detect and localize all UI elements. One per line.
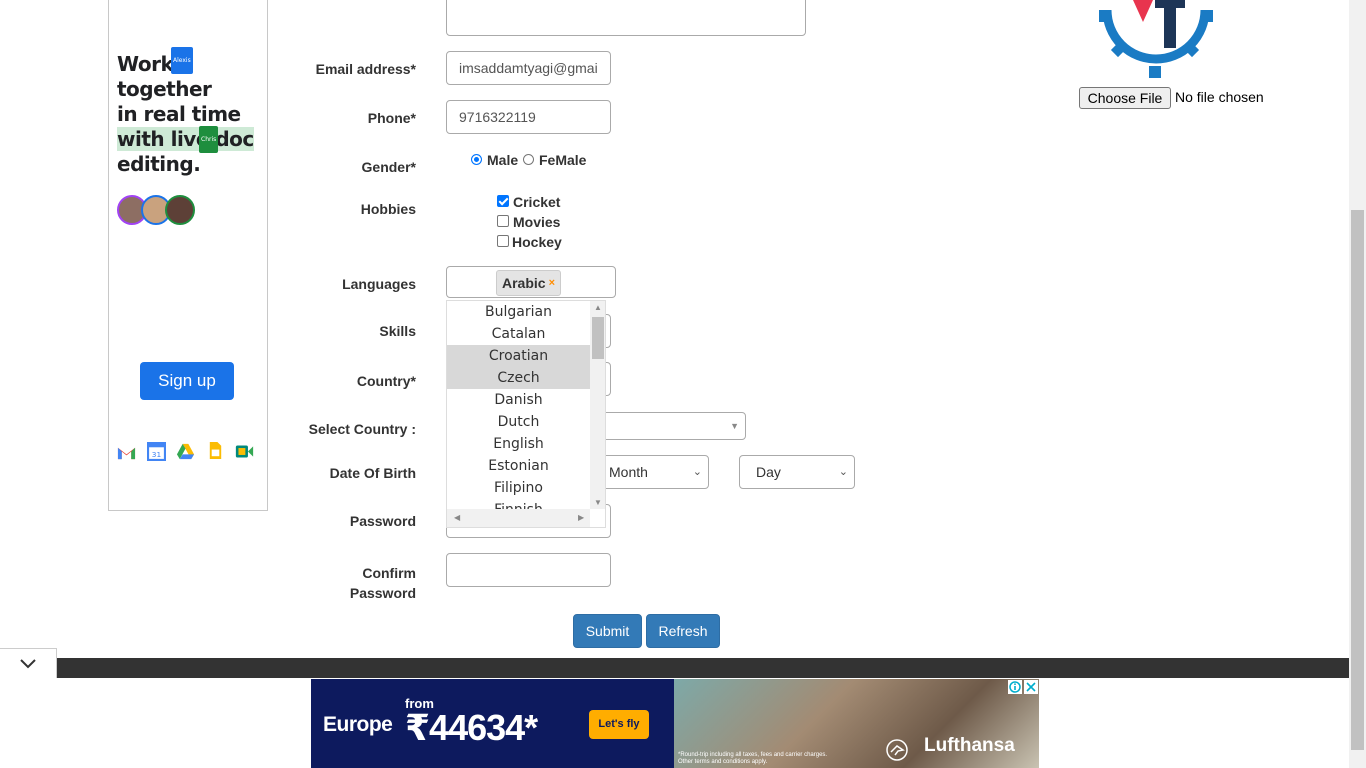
dropdown-horizontal-scrollbar[interactable]: ◀ ▶ (447, 509, 590, 527)
language-option[interactable]: Danish (447, 389, 590, 411)
dob-month-select[interactable]: Month ⌄ (600, 455, 709, 489)
hobby-cricket-label: Cricket (513, 194, 561, 210)
signup-button[interactable]: Sign up (140, 362, 234, 400)
bottom-ad-banner[interactable]: Europe from ₹44634* Let's fly Lufthansa … (311, 679, 1039, 768)
submit-button[interactable]: Submit (573, 614, 642, 648)
language-option[interactable]: Bulgarian (447, 301, 590, 323)
ad-line-4: with live doc Chris (117, 126, 254, 153)
scroll-right-icon[interactable]: ▶ (578, 513, 584, 522)
refresh-button[interactable]: Refresh (646, 614, 720, 648)
languages-dropdown-list[interactable]: Bulgarian Catalan Croatian Czech Danish … (446, 300, 606, 528)
chevron-down-icon: ▼ (730, 421, 739, 431)
hobby-hockey-checkbox[interactable] (497, 235, 509, 247)
ad-tag-top: Alexis (171, 47, 193, 74)
ad-line-3: in real time (117, 102, 241, 126)
language-option[interactable]: Estonian (447, 455, 590, 477)
adchoices-icon[interactable] (1008, 680, 1022, 694)
ad-cta-button[interactable]: Let's fly (589, 710, 649, 739)
language-option[interactable]: Dutch (447, 411, 590, 433)
select-country-label: Select Country : (308, 421, 416, 437)
svg-text:31: 31 (152, 450, 162, 459)
ad-brand: Lufthansa (924, 735, 1015, 756)
gender-female-radio[interactable] (523, 154, 534, 165)
gender-male-label: Male (487, 152, 519, 168)
language-option[interactable]: English (447, 433, 590, 455)
skills-label: Skills (379, 323, 416, 339)
language-chip-arabic[interactable]: Arabic × (496, 270, 562, 296)
ad-headline: Work Alexis together in real time with l… (117, 47, 267, 177)
ad-photo-panel[interactable]: Lufthansa *Round-trip including all taxe… (674, 679, 1039, 768)
docs-icon (209, 441, 222, 460)
languages-multiselect[interactable]: Arabic × (446, 266, 616, 298)
email-label: Email address* (315, 61, 416, 77)
gender-male-radio[interactable] (471, 154, 482, 165)
calendar-icon: 31 (147, 442, 166, 461)
remove-chip-icon[interactable]: × (549, 277, 555, 289)
page-scroll-thumb[interactable] (1351, 210, 1364, 750)
close-ad-icon[interactable] (1024, 680, 1038, 694)
left-ad-banner[interactable]: Work Alexis together in real time with l… (108, 0, 268, 511)
chevron-down-icon: ⌄ (838, 466, 848, 478)
drive-icon (176, 443, 195, 460)
ad-line-1: Work Alexis (117, 47, 267, 77)
languages-label: Languages (342, 276, 416, 292)
chevron-down-icon: ⌄ (692, 466, 702, 478)
ad-line-5: editing. (117, 152, 201, 176)
ad-tag-mid: Chris (199, 126, 219, 153)
language-option[interactable]: Finnish (447, 499, 590, 509)
address-textarea[interactable] (446, 0, 806, 36)
lufthansa-crane-icon (886, 739, 908, 761)
gmail-icon (117, 447, 136, 460)
dob-day-select[interactable]: Day ⌄ (739, 455, 855, 489)
scroll-down-icon[interactable]: ▼ (594, 498, 602, 507)
confirm-password-field[interactable] (446, 553, 611, 587)
phone-label: Phone* (367, 110, 416, 126)
chevron-down-icon (20, 659, 36, 669)
gender-female-label: FeMale (539, 152, 587, 168)
ad-fine-print: *Round-trip including all taxes, fees an… (678, 752, 828, 765)
language-option[interactable]: Filipino (447, 477, 590, 499)
ad-offer-panel[interactable]: Europe from ₹44634* Let's fly (311, 679, 674, 768)
confirm-password-label: Confirm Password (349, 565, 416, 601)
dropdown-scroll-thumb[interactable] (592, 317, 604, 359)
country-label: Country* (356, 373, 416, 389)
meet-icon (235, 445, 254, 458)
language-option[interactable]: Catalan (447, 323, 590, 345)
dob-label: Date Of Birth (329, 465, 416, 481)
hobbies-label: Hobbies (360, 201, 416, 217)
language-option[interactable]: Czech (447, 367, 590, 389)
scroll-left-icon[interactable]: ◀ (454, 513, 460, 522)
gender-label: Gender* (361, 159, 416, 175)
password-label: Password (349, 513, 416, 529)
ad-line-2: together (117, 77, 212, 101)
avatar (165, 195, 195, 225)
ad-price: ₹44634* (405, 707, 538, 748)
hobby-movies-checkbox[interactable] (497, 215, 509, 227)
hobby-movies-label: Movies (513, 214, 561, 230)
hobby-hockey-label: Hockey (512, 234, 562, 250)
footer-bar (57, 658, 1349, 680)
ad-destination: Europe (323, 713, 393, 736)
language-option[interactable]: Croatian (447, 345, 590, 367)
phone-field[interactable]: 9716322119 (446, 100, 611, 134)
hobby-cricket-checkbox[interactable] (497, 195, 509, 207)
scroll-up-icon[interactable]: ▲ (594, 303, 602, 312)
site-logo (1099, 0, 1213, 78)
email-field[interactable]: imsaddamtyagi@gmai (446, 51, 611, 85)
file-status-text: No file chosen (1175, 89, 1264, 105)
collapse-ad-button[interactable] (0, 648, 57, 678)
choose-file-button[interactable]: Choose File (1079, 87, 1171, 109)
